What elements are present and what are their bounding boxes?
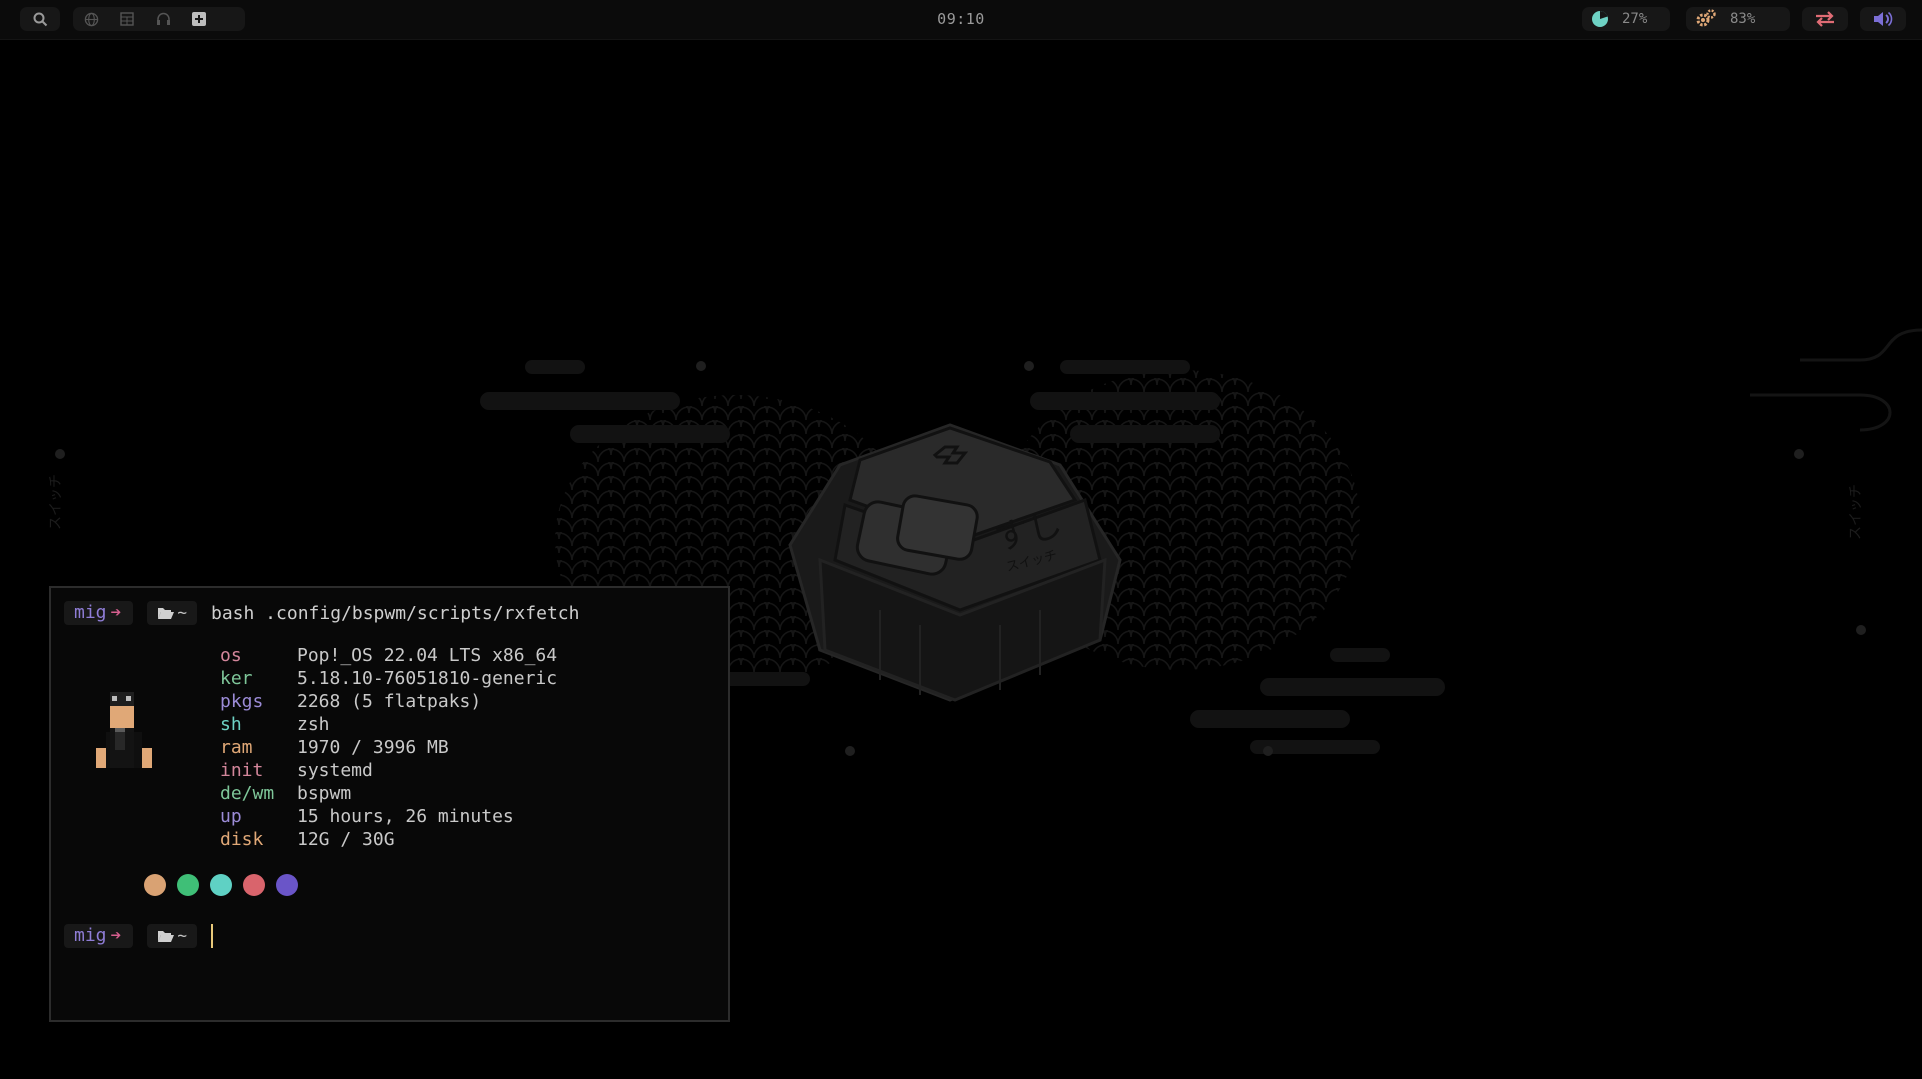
sysinfo-key: pkgs xyxy=(220,691,264,712)
sysinfo-key: init xyxy=(220,760,264,781)
sysinfo-row: up 15 hours, 26 minutes xyxy=(220,805,557,828)
side-text-left: スイッチ xyxy=(48,474,64,530)
sysinfo-value: 1970 / 3996 MB xyxy=(297,737,449,758)
side-text-right: スイッチ xyxy=(1848,484,1864,540)
ram-pill: 83% xyxy=(1686,7,1790,31)
color-swatch xyxy=(243,874,265,896)
terminal-window[interactable]: mig ➔ ~ bash .config/bspwm/scripts/rxfetc… xyxy=(49,586,730,1022)
prompt-line-1: mig ➔ ~ bash .config/bspwm/scripts/rxfetc… xyxy=(64,599,579,627)
cpu-pie-icon xyxy=(1582,7,1618,31)
sysinfo-list: os Pop!_OS 22.04 LTS x86_64ker 5.18.10-760… xyxy=(220,644,557,851)
color-swatch xyxy=(210,874,232,896)
sysinfo-value: zsh xyxy=(297,714,330,735)
prompt-arrow-icon: ➔ xyxy=(110,602,122,623)
prompt-dir: ~ xyxy=(147,924,197,948)
color-swatches xyxy=(144,874,309,896)
sysinfo-key: os xyxy=(220,645,242,666)
prompt-user: mig ➔ xyxy=(64,601,134,625)
sysinfo-value: 2268 (5 flatpaks) xyxy=(297,691,482,712)
cpu-pill: 27% xyxy=(1582,7,1670,31)
transfer-arrows-icon[interactable] xyxy=(1802,7,1848,31)
sysinfo-value: 15 hours, 26 minutes xyxy=(297,806,514,827)
color-swatch xyxy=(276,874,298,896)
prompt-line-2[interactable]: mig ➔ ~ xyxy=(64,922,213,950)
sysinfo-key: up xyxy=(220,806,242,827)
folder-open-icon xyxy=(158,931,175,942)
sysinfo-key: ram xyxy=(220,737,253,758)
sysinfo-value: 12G / 30G xyxy=(297,829,395,850)
sysinfo-key: de/wm xyxy=(220,783,275,804)
sysinfo-key: ker xyxy=(220,668,253,689)
sysinfo-key: disk xyxy=(220,829,264,850)
sysinfo-value: systemd xyxy=(297,760,373,781)
sysinfo-key: sh xyxy=(220,714,242,735)
color-swatch xyxy=(144,874,166,896)
folder-open-icon xyxy=(158,608,175,619)
sysinfo-value: Pop!_OS 22.04 LTS x86_64 xyxy=(297,645,558,666)
network-pill[interactable] xyxy=(1802,7,1848,31)
sysinfo-row: de/wm bspwm xyxy=(220,782,557,805)
cpu-percent: 27% xyxy=(1622,11,1648,27)
top-bar: 09:10 27% 83% xyxy=(0,0,1922,40)
command-text: bash .config/bspwm/scripts/rxfetch xyxy=(211,602,580,624)
prompt-user: mig ➔ xyxy=(64,924,134,948)
sysinfo-row: sh zsh xyxy=(220,713,557,736)
sysinfo-row: init systemd xyxy=(220,759,557,782)
right-edge-swirl xyxy=(1750,328,1922,432)
volume-pill[interactable] xyxy=(1860,7,1906,31)
sysinfo-row: ker 5.18.10-76051810-generic xyxy=(220,667,557,690)
volume-icon[interactable] xyxy=(1860,7,1906,31)
sysinfo-row: os Pop!_OS 22.04 LTS x86_64 xyxy=(220,644,557,667)
sysinfo-value: 5.18.10-76051810-generic xyxy=(297,668,558,689)
text-cursor[interactable] xyxy=(211,924,213,948)
prompt-dir: ~ xyxy=(147,601,197,625)
gears-icon xyxy=(1686,7,1726,31)
ram-percent: 83% xyxy=(1730,11,1756,27)
sysinfo-value: bspwm xyxy=(297,783,352,804)
color-swatch xyxy=(177,874,199,896)
pixel-avatar xyxy=(96,692,152,768)
sysinfo-row: pkgs 2268 (5 flatpaks) xyxy=(220,690,557,713)
prompt-arrow-icon: ➔ xyxy=(110,925,122,946)
sysinfo-row: disk 12G / 30G xyxy=(220,828,557,851)
sysinfo-row: ram 1970 / 3996 MB xyxy=(220,736,557,759)
